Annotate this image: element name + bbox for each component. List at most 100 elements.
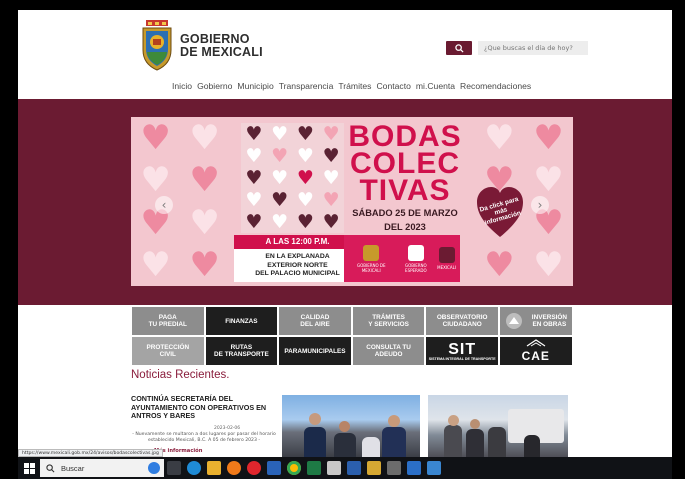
- tile-label: Y SERVICIOS: [368, 321, 409, 328]
- banner-place-line2: EXTERIOR NORTE: [267, 261, 328, 269]
- tile-proteccion-civil[interactable]: PROTECCIÓN CIVIL: [131, 336, 205, 366]
- photo-person-head: [448, 415, 459, 426]
- main-nav: Inicio Gobierno Municipio Transparencia …: [172, 81, 531, 91]
- banner-place: EN LA EXPLANADA EXTERIOR NORTE DEL PALAC…: [234, 249, 361, 282]
- tile-consulta-adeudo[interactable]: CONSULTA TU ADEUDO: [351, 336, 426, 366]
- tile-paga-predial[interactable]: PAGA TU PREDIAL: [131, 306, 205, 336]
- sticky-notes-icon[interactable]: [367, 461, 381, 475]
- tile-label: CONSULTA TU ADEUDO: [366, 344, 411, 358]
- nav-inicio[interactable]: Inicio: [172, 81, 192, 91]
- tile-rutas-transporte[interactable]: RUTAS DE TRANSPORTE: [204, 336, 279, 366]
- sponsor-esperado: GOBIERNO ESPERADO: [395, 244, 438, 273]
- tile-cae[interactable]: CAE: [498, 336, 573, 366]
- carousel-prev-button[interactable]: ‹: [155, 196, 173, 214]
- tile-calidad-aire[interactable]: CALIDAD DEL AIRE: [278, 306, 352, 336]
- banner-title-line3: TIVAS: [359, 174, 451, 207]
- tile-label: PROTECCIÓN: [146, 344, 190, 351]
- bing-icon: [148, 462, 160, 474]
- nav-gobierno[interactable]: Gobierno: [197, 81, 232, 91]
- tile-sit[interactable]: SIT SISTEMA INTEGRAL DE TRANSPORTE: [425, 336, 499, 366]
- search-input[interactable]: [478, 41, 588, 55]
- start-button[interactable]: [18, 457, 40, 479]
- tile-label: EN OBRAS: [532, 321, 567, 328]
- carousel-next-button[interactable]: ›: [531, 196, 549, 214]
- file-explorer-icon[interactable]: [207, 461, 221, 475]
- browser-page: GOBIERNO DE MEXICALI Inicio Gobierno Mun…: [18, 10, 672, 457]
- banner-date-line2: DEL 2023: [384, 222, 426, 232]
- hero-banner[interactable]: ♥ ♥ ♥ ♥ ♥ ♥ ♥ ♥ ♥ ♥ ♥ ♥ ♥ ♥ ♥ ♥ ♥ ♥ ♥ ♥ ♥ ♥ ♥ ♥ ♥ ♥ ♥ ♥ ♥ ♥ ♥ ♥ …: [131, 117, 573, 286]
- banner-time: A LAS 12:00 P.M.: [234, 235, 361, 249]
- search-icon: [454, 43, 464, 53]
- photo-person-head: [339, 421, 350, 432]
- outlook-icon[interactable]: [407, 461, 421, 475]
- app-icon[interactable]: [387, 461, 401, 475]
- tile-tramites-servicios[interactable]: TRÁMITES Y SERVICIOS: [351, 306, 426, 336]
- edge-icon[interactable]: [187, 461, 201, 475]
- chrome-icon[interactable]: [287, 461, 301, 475]
- site-logo[interactable]: GOBIERNO DE MEXICALI: [140, 20, 263, 72]
- sit-subtitle: SISTEMA INTEGRAL DE TRANSPORTE: [428, 356, 496, 361]
- opera-icon[interactable]: [247, 461, 261, 475]
- coat-of-arms-icon: [140, 20, 174, 72]
- hero-band: ♥ ♥ ♥ ♥ ♥ ♥ ♥ ♥ ♥ ♥ ♥ ♥ ♥ ♥ ♥ ♥ ♥ ♥ ♥ ♥ ♥ ♥ ♥ ♥ ♥ ♥ ♥ ♥ ♥ ♥ ♥ ♥ …: [18, 99, 672, 305]
- nav-recomendaciones[interactable]: Recomendaciones: [460, 81, 531, 91]
- excel-icon[interactable]: [307, 461, 321, 475]
- tile-label: INVERSIÓN: [531, 314, 567, 321]
- tile-label: TRÁMITES: [372, 314, 405, 321]
- news-heading: Noticias Recientes.: [131, 369, 230, 381]
- taskbar-search-label: Buscar: [61, 463, 85, 473]
- banner-place-line1: EN LA EXPLANADA: [265, 253, 330, 260]
- status-bar-url: https://www.mexicali.gob.mx/24/avisos/bo…: [18, 449, 163, 457]
- quick-links: PAGA TU PREDIAL FINANZAS CALIDAD DEL AIRE …: [131, 306, 573, 366]
- photo-person-head: [309, 413, 321, 425]
- nav-contacto[interactable]: Contacto: [376, 81, 410, 91]
- photo-person: [444, 425, 462, 457]
- news-photo-1[interactable]: [282, 395, 420, 457]
- news-title[interactable]: CONTINÚA SECRETARÍA DEL AYUNTAMIENTO CON…: [131, 394, 275, 421]
- nav-tramites[interactable]: Trámites: [338, 81, 371, 91]
- tile-label: DE TRANSPORTE: [214, 351, 269, 358]
- logo-line2: DE MEXICALI: [180, 45, 263, 59]
- photo-person: [382, 427, 406, 457]
- store-icon[interactable]: [347, 461, 361, 475]
- photos-icon[interactable]: [427, 461, 441, 475]
- tile-paramunicipales[interactable]: PARAMUNICIPALES: [278, 336, 352, 366]
- task-view-icon[interactable]: [167, 461, 181, 475]
- tile-observatorio[interactable]: OBSERVATORIO CIUDADANO: [425, 306, 499, 336]
- nav-transparencia[interactable]: Transparencia: [279, 81, 334, 91]
- photo-person-head: [388, 415, 400, 427]
- photo-person: [304, 427, 326, 457]
- taskbar-search[interactable]: Buscar: [40, 459, 164, 477]
- news-photo-2[interactable]: [428, 395, 568, 457]
- banner-title-line2: COLEC: [350, 147, 460, 180]
- cae-logo-icon: [526, 338, 546, 346]
- screen: GOBIERNO DE MEXICALI Inicio Gobierno Mun…: [0, 0, 685, 479]
- banner-title-line1: BODAS: [348, 120, 462, 153]
- sponsor-gobierno: GOBIERNO DE MEXICALI: [348, 244, 395, 273]
- sponsor-mexicali: MEXICALI: [437, 247, 456, 270]
- nav-municipio[interactable]: Municipio: [237, 81, 273, 91]
- word-icon[interactable]: [267, 461, 281, 475]
- heart-grid: ♥ ♥ ♥ ♥ ♥ ♥ ♥ ♥ ♥ ♥ ♥ ♥ ♥ ♥ ♥ ♥ ♥ ♥ ♥ ♥: [241, 123, 344, 233]
- banner-cta[interactable]: Da click para más información: [475, 185, 525, 239]
- tile-label: FINANZAS: [225, 317, 258, 325]
- search-icon: [46, 463, 55, 472]
- sponsor-mexicali-logo-icon: [438, 247, 455, 263]
- tile-finanzas[interactable]: FINANZAS: [204, 306, 279, 336]
- chevron-right-icon: ›: [537, 198, 543, 212]
- banner-date-line1: SÁBADO 25 DE MARZO: [352, 208, 458, 218]
- tile-label: RUTAS: [230, 344, 253, 351]
- sponsor-gobierno-text: GOBIERNO DE MEXICALI: [357, 262, 386, 273]
- tile-label: CALIDAD: [300, 314, 330, 321]
- photo-person: [334, 433, 356, 457]
- nav-mi-cuenta[interactable]: mi.Cuenta: [416, 81, 455, 91]
- sponsor-mexicali-text: MEXICALI: [437, 265, 456, 270]
- banner-place-line3: DEL PALACIO MUNICIPAL: [255, 270, 340, 278]
- tile-inversion-obras[interactable]: INVERSIÓN EN OBRAS: [498, 306, 573, 336]
- logo-text: GOBIERNO DE MEXICALI: [180, 33, 263, 59]
- photo-person-head: [470, 419, 480, 429]
- firefox-icon[interactable]: [227, 461, 241, 475]
- tile-label: CIVIL: [159, 351, 176, 358]
- search-button[interactable]: [446, 41, 472, 55]
- notepad-icon[interactable]: [327, 461, 341, 475]
